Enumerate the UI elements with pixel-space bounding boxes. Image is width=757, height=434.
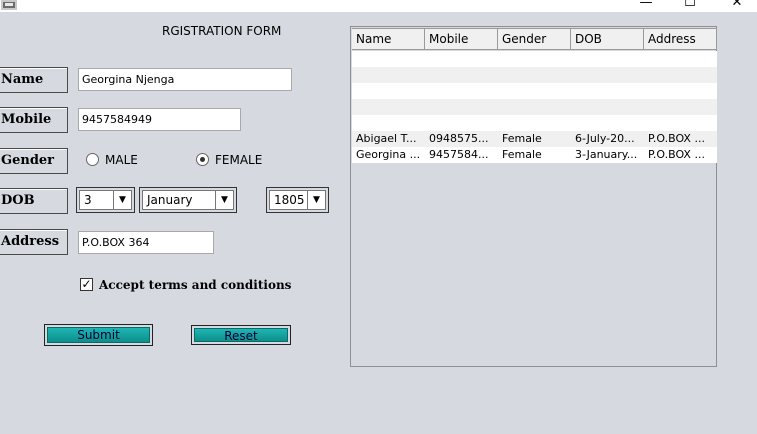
mobile-label: Mobile <box>0 107 68 133</box>
table-cell <box>425 83 498 99</box>
table-row[interactable]: Abigael T... 0948575... Female 6-July-20...… <box>352 131 717 147</box>
table-row[interactable] <box>352 115 717 131</box>
table-row[interactable] <box>352 51 717 67</box>
mobile-field[interactable]: 9457584949 <box>78 108 241 131</box>
name-field[interactable]: Georgina Njenga <box>78 68 292 91</box>
column-header[interactable]: Name <box>352 28 425 50</box>
table-cell <box>644 115 717 131</box>
table-cell <box>425 67 498 83</box>
checkmark-icon: ✓ <box>81 277 92 291</box>
table-cell <box>425 99 498 115</box>
dob-label: DOB <box>0 188 68 214</box>
table-cell <box>571 115 644 131</box>
dropdown-arrow-icon[interactable]: ▼ <box>307 191 325 209</box>
terms-label: Accept terms and conditions <box>99 278 292 292</box>
table-cell: P.O.BOX ... <box>648 148 705 161</box>
table-cell: Georgina ... <box>356 148 421 161</box>
submit-button-label: Submit <box>47 327 150 343</box>
female-radio-label: FEMALE <box>215 153 263 167</box>
table-cell <box>571 99 644 115</box>
name-label: Name <box>0 67 68 93</box>
male-radio[interactable] <box>86 153 99 166</box>
records-table: Name Mobile Gender DOB Address Abigael T... 0… <box>350 26 717 367</box>
table-cell: P.O.BOX ... <box>648 132 705 145</box>
female-radio[interactable] <box>196 153 209 166</box>
table-cell <box>352 115 425 131</box>
column-header[interactable]: Mobile <box>425 28 498 50</box>
table-cell <box>571 83 644 99</box>
table-cell <box>498 99 571 115</box>
day-select[interactable]: 3 ▼ <box>76 187 135 213</box>
table-cell <box>644 99 717 115</box>
table-cell <box>352 51 425 67</box>
table-cell: Female <box>502 132 542 145</box>
table-cell: 9457584... <box>429 148 489 161</box>
table-cell <box>425 115 498 131</box>
table-cell <box>498 115 571 131</box>
app-icon <box>1 0 17 10</box>
table-row[interactable] <box>352 99 717 115</box>
table-cell: Female <box>502 148 542 161</box>
reset-button[interactable]: Reset <box>191 325 291 345</box>
table-row[interactable]: Georgina ... 9457584... Female 3-January...… <box>352 147 717 163</box>
column-header[interactable]: DOB <box>571 28 644 50</box>
address-label: Address <box>0 229 68 255</box>
day-select-value: 3 <box>84 193 92 207</box>
table-cell: Abigael T... <box>356 132 417 145</box>
month-select[interactable]: January ▼ <box>139 187 237 213</box>
submit-button[interactable]: Submit <box>44 324 153 346</box>
male-radio-label: MALE <box>105 153 138 167</box>
table-cell <box>644 51 717 67</box>
table-cell <box>352 99 425 115</box>
table-cell <box>644 67 717 83</box>
dropdown-arrow-icon[interactable]: ▼ <box>113 191 131 209</box>
table-cell <box>498 67 571 83</box>
table-cell <box>571 51 644 67</box>
table-cell <box>571 67 644 83</box>
table-cell: 3-January... <box>575 148 638 161</box>
close-button[interactable]: ✕ <box>722 0 752 11</box>
column-header[interactable]: Address <box>644 28 717 50</box>
form-title: RGISTRATION FORM <box>162 24 282 38</box>
terms-checkbox[interactable]: ✓ <box>80 278 93 291</box>
table-cell <box>352 83 425 99</box>
table-cell <box>352 67 425 83</box>
address-field[interactable]: P.O.BOX 364 <box>78 231 214 254</box>
month-select-value: January <box>147 193 193 207</box>
dropdown-arrow-icon[interactable]: ▼ <box>215 191 233 209</box>
table-cell: 6-July-20... <box>575 132 635 145</box>
table-cell <box>644 83 717 99</box>
gender-label: Gender <box>0 148 68 174</box>
year-select-value: 1805 <box>274 193 305 207</box>
maximize-button[interactable]: ☐ <box>675 0 705 11</box>
minimize-button[interactable]: — <box>631 0 661 11</box>
reset-button-label: Reset <box>194 328 288 343</box>
title-bar: — ☐ ✕ <box>0 0 757 12</box>
table-row[interactable] <box>352 67 717 83</box>
table-cell <box>425 51 498 67</box>
table-row[interactable] <box>352 83 717 99</box>
table-cell <box>498 83 571 99</box>
column-header[interactable]: Gender <box>498 28 571 50</box>
table-cell <box>498 51 571 67</box>
table-cell: 0948575... <box>429 132 489 145</box>
year-select[interactable]: 1805 ▼ <box>266 187 329 213</box>
